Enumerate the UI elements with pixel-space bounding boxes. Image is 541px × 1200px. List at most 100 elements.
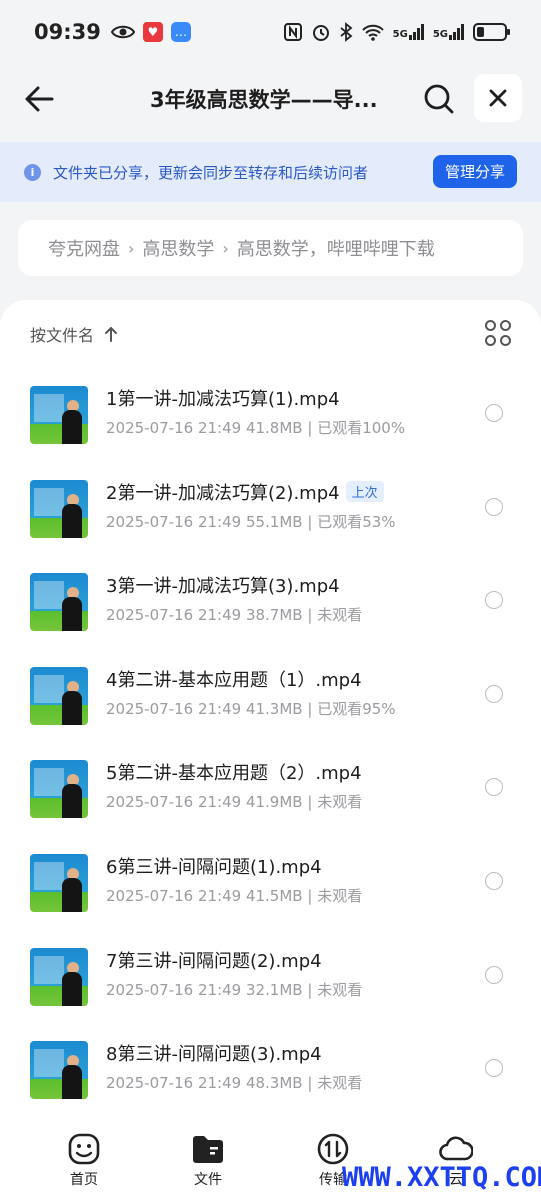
status-time: 09:39: [34, 20, 101, 44]
sort-arrow-up-icon: [105, 326, 118, 342]
watermark: WWW.XXTTQ.COM: [342, 1162, 541, 1193]
search-icon[interactable]: [422, 82, 456, 116]
file-date: 2025-07-16 21:49: [106, 419, 242, 437]
video-thumbnail: [30, 573, 88, 632]
select-radio[interactable]: [485, 778, 503, 797]
separator: |: [302, 699, 318, 718]
eye-icon: [110, 25, 135, 39]
folder-icon: [193, 1136, 223, 1163]
file-name-text: 2第一讲-加减法巧算(2).mp4: [106, 482, 340, 504]
breadcrumb: 夸克网盘 › 高思数学 › 高思数学，哔哩哔哩下载: [18, 220, 523, 276]
nav-home[interactable]: 首页: [49, 1132, 119, 1189]
last-watched-tag: 上次: [345, 480, 384, 502]
separator: |: [302, 793, 318, 812]
watch-status: 未观看: [317, 1074, 363, 1093]
signal-2-label: 5G: [432, 29, 448, 40]
nfc-icon: [283, 23, 302, 41]
watch-status: 未观看: [317, 887, 363, 905]
video-thumbnail: [30, 1041, 88, 1100]
bluetooth-icon: [340, 22, 353, 42]
watch-status: 未观看: [317, 793, 363, 812]
watch-status: 已观看53%: [317, 512, 396, 531]
sort-control[interactable]: 按文件名: [30, 322, 118, 346]
nav-files-label: 文件: [194, 1172, 222, 1188]
app-notification-icon: ♥: [142, 22, 163, 42]
file-name: 2第一讲-加减法巧算(2).mp4 上次: [106, 479, 384, 505]
breadcrumb-item-root[interactable]: 夸克网盘: [48, 235, 120, 261]
file-name: 1第一讲-加减法巧算(1).mp4: [106, 385, 340, 411]
video-thumbnail: [30, 666, 88, 725]
file-row[interactable]: 3第一讲-加减法巧算(3).mp4 2025-07-16 21:49 38.7MB…: [0, 553, 541, 647]
separator: |: [302, 512, 318, 531]
grid-view-icon[interactable]: [485, 320, 511, 346]
breadcrumb-item-folder[interactable]: 高思数学: [142, 235, 214, 261]
wifi-icon: [361, 24, 384, 41]
separator: |: [302, 887, 318, 905]
file-size: 48.3MB: [245, 1074, 303, 1093]
file-name-text: 1第一讲-加减法巧算(1).mp4: [106, 389, 340, 410]
file-size: 41.8MB: [245, 419, 303, 437]
file-name-text: 7第三讲-间隔问题(2).mp4: [106, 950, 322, 972]
close-button[interactable]: [474, 74, 522, 122]
select-radio[interactable]: [485, 591, 503, 610]
file-name-text: 3第一讲-加减法巧算(3).mp4: [106, 576, 340, 598]
status-bar: 09:39 ♥ … 5G 5G: [0, 0, 541, 64]
file-size: 32.1MB: [245, 980, 303, 999]
file-size: 38.7MB: [245, 606, 303, 625]
cloud-icon: [439, 1136, 473, 1161]
file-name-text: 4第二讲-基本应用题（1）.mp4: [106, 669, 362, 691]
info-icon: i: [24, 163, 41, 181]
file-date: 2025-07-16 21:49: [106, 1074, 242, 1093]
breadcrumb-item-current: 高思数学，哔哩哔哩下载: [236, 239, 435, 260]
watch-status: 已观看100%: [317, 419, 406, 437]
video-thumbnail: [30, 760, 88, 819]
select-radio[interactable]: [485, 965, 503, 984]
file-meta: 2025-07-16 21:49 41.8MB | 已观看100%: [106, 417, 405, 438]
file-size: 41.5MB: [245, 887, 303, 905]
video-thumbnail: [30, 386, 88, 444]
share-banner-text: 文件夹已分享，更新会同步至转存和后续访问者: [53, 163, 369, 182]
file-name: 4第二讲-基本应用题（1）.mp4: [106, 666, 362, 692]
separator: |: [302, 419, 318, 437]
video-thumbnail: [30, 947, 88, 1006]
nav-home-label: 首页: [70, 1172, 98, 1188]
file-name: 7第三讲-间隔问题(2).mp4: [106, 947, 322, 973]
battery-icon: [473, 23, 510, 41]
signal-1-label: 5G: [392, 29, 408, 40]
status-left-icons: ♥ …: [110, 22, 191, 42]
file-meta: 2025-07-16 21:49 38.7MB | 未观看: [106, 604, 362, 625]
file-name-text: 5第二讲-基本应用题（2）.mp4: [106, 763, 362, 785]
select-radio[interactable]: [485, 872, 503, 890]
select-radio[interactable]: [485, 1059, 503, 1078]
file-row[interactable]: 8第三讲-间隔问题(3).mp4 2025-07-16 21:49 48.3MB …: [0, 1021, 541, 1115]
file-name-text: 6第三讲-间隔问题(1).mp4: [106, 857, 322, 878]
select-radio[interactable]: [485, 404, 503, 422]
chevron-right-icon: ›: [128, 238, 135, 258]
file-row[interactable]: 2第一讲-加减法巧算(2).mp4 上次 2025-07-16 21:49 55.1…: [0, 460, 541, 554]
file-row[interactable]: 7第三讲-间隔问题(2).mp4 2025-07-16 21:49 32.1MB …: [0, 928, 541, 1022]
separator: |: [302, 980, 318, 999]
file-row[interactable]: 1第一讲-加减法巧算(1).mp4 2025-07-16 21:49 41.8MB…: [0, 366, 541, 460]
file-meta: 2025-07-16 21:49 48.3MB | 未观看: [106, 1072, 362, 1093]
close-icon: [489, 89, 507, 107]
select-radio[interactable]: [485, 497, 503, 516]
file-meta: 2025-07-16 21:49 41.9MB | 未观看: [106, 791, 362, 812]
back-arrow-icon[interactable]: [22, 82, 56, 116]
signal-1-icon: 5G: [393, 24, 425, 40]
manage-share-button[interactable]: 管理分享: [432, 155, 517, 188]
file-size: 55.1MB: [245, 512, 303, 531]
file-meta: 2025-07-16 21:49 41.3MB | 已观看95%: [106, 698, 396, 719]
select-radio[interactable]: [485, 684, 503, 703]
file-row[interactable]: 6第三讲-间隔问题(1).mp4 2025-07-16 21:49 41.5MB …: [0, 834, 541, 928]
file-meta: 2025-07-16 21:49 41.5MB | 未观看: [106, 885, 362, 906]
file-size: 41.3MB: [245, 699, 303, 718]
nav-files[interactable]: 文件: [173, 1132, 243, 1189]
file-name: 5第二讲-基本应用题（2）.mp4: [106, 759, 362, 785]
file-row[interactable]: 5第二讲-基本应用题（2）.mp4 2025-07-16 21:49 41.9MB…: [0, 740, 541, 834]
share-banner: i 文件夹已分享，更新会同步至转存和后续访问者 管理分享: [0, 142, 541, 202]
separator: |: [302, 1074, 318, 1093]
file-row[interactable]: 4第二讲-基本应用题（1）.mp4 2025-07-16 21:49 41.3MB…: [0, 647, 541, 741]
header: 3年级高思数学——导...: [0, 72, 541, 126]
file-date: 2025-07-16 21:49: [106, 606, 242, 625]
file-date: 2025-07-16 21:49: [106, 699, 242, 718]
